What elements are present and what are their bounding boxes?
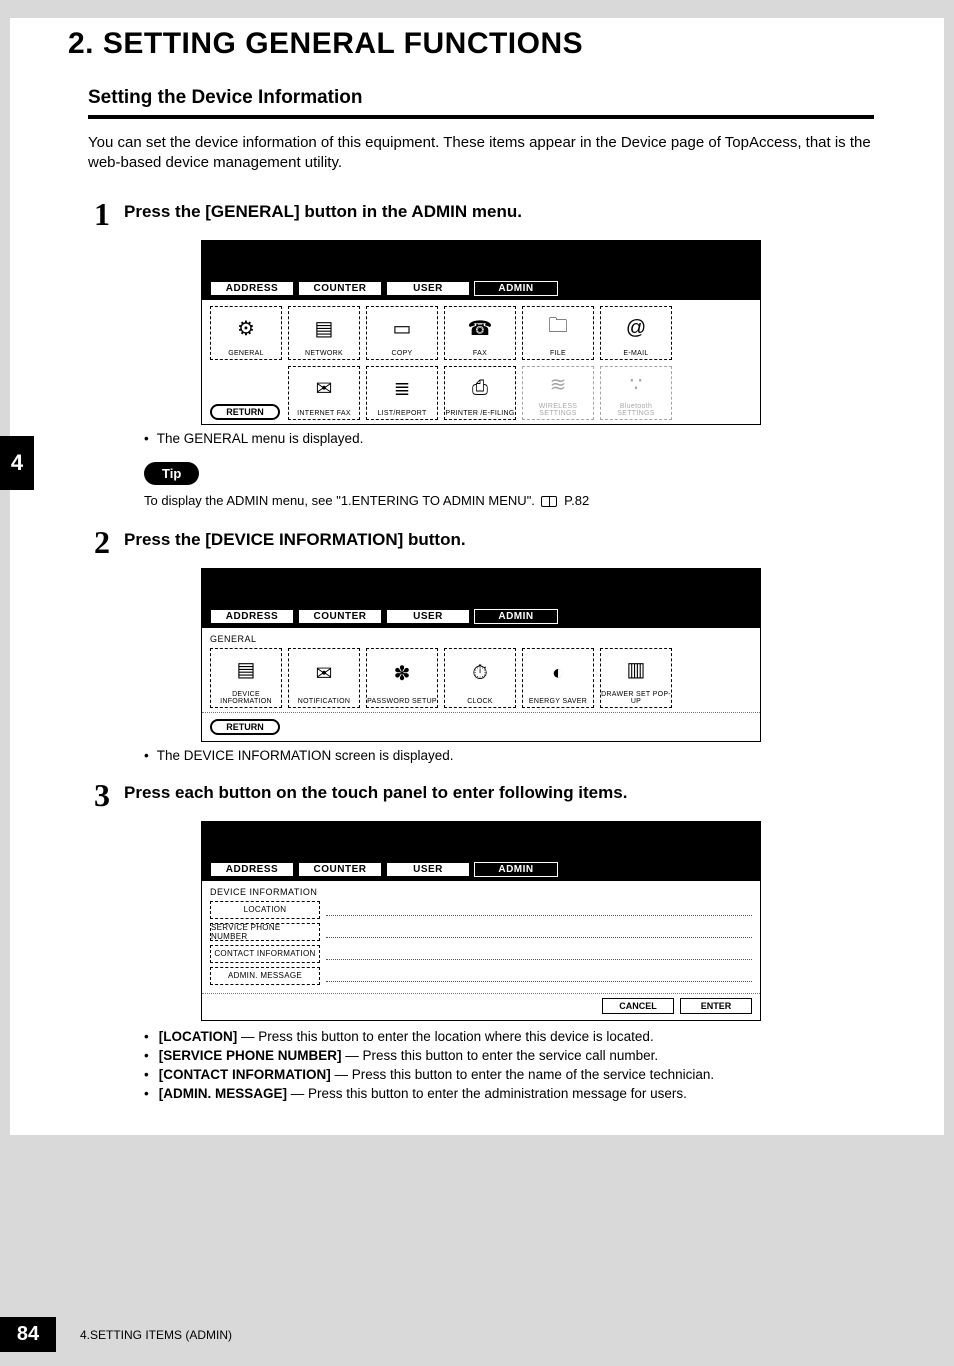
tab-counter[interactable]: COUNTER: [298, 862, 382, 877]
return-button[interactable]: RETURN: [210, 404, 280, 420]
tip-text-content: To display the ADMIN menu, see "1.ENTERI…: [144, 493, 535, 508]
clock-button[interactable]: ⏱CLOCK: [444, 648, 516, 708]
step2-note: The DEVICE INFORMATION screen is display…: [144, 748, 874, 763]
bluetooth-icon: ∵: [630, 367, 643, 403]
tip-text: To display the ADMIN menu, see "1.ENTERI…: [144, 493, 874, 508]
step-number: 3: [88, 779, 110, 811]
admin-message-button[interactable]: ADMIN. MESSAGE: [210, 967, 320, 985]
admin-message-value-line: [326, 970, 752, 982]
fax-icon: ☎: [468, 307, 493, 350]
tab-admin[interactable]: ADMIN: [474, 609, 558, 624]
gear-icon: ⚙: [237, 307, 255, 350]
chapter-title: 2. SETTING GENERAL FUNCTIONS: [68, 27, 926, 61]
network-button[interactable]: ▤NETWORK: [288, 306, 360, 360]
contact-info-value-line: [326, 948, 752, 960]
step-instruction: Press each button on the touch panel to …: [124, 779, 874, 803]
step-instruction: Press the [GENERAL] button in the ADMIN …: [124, 198, 874, 222]
password-icon: ✽: [394, 649, 411, 698]
file-button[interactable]: 🗀FILE: [522, 306, 594, 360]
location-value-line: [326, 904, 752, 916]
tab-user[interactable]: USER: [386, 862, 470, 877]
admin-menu-screenshot: ADDRESS COUNTER USER ADMIN ⚙GENERAL ▤NET…: [201, 240, 761, 425]
tip-page-ref: P.82: [564, 493, 589, 508]
list-report-button[interactable]: ≣LIST/REPORT: [366, 366, 438, 420]
footer-text: 4.SETTING ITEMS (ADMIN): [80, 1328, 232, 1342]
clock-icon: ⏱: [472, 649, 488, 698]
contact-information-button[interactable]: CONTACT INFORMATION: [210, 945, 320, 963]
enter-button[interactable]: ENTER: [680, 998, 752, 1014]
admin-message-description: [ADMIN. MESSAGE] — Press this button to …: [144, 1086, 874, 1101]
tab-user[interactable]: USER: [386, 609, 470, 624]
page: 4 2. SETTING GENERAL FUNCTIONS Setting t…: [0, 18, 954, 1366]
notification-icon: ✉: [316, 649, 333, 698]
step-number: 2: [88, 526, 110, 558]
step-1: 1 Press the [GENERAL] button in the ADMI…: [88, 198, 874, 230]
section-rule: [88, 115, 874, 119]
step-instruction: Press the [DEVICE INFORMATION] button.: [124, 526, 874, 550]
notification-button[interactable]: ✉NOTIFICATION: [288, 648, 360, 708]
device-information-screenshot: ADDRESS COUNTER USER ADMIN DEVICE INFORM…: [201, 821, 761, 1021]
service-phone-value-line: [326, 926, 752, 938]
tab-address[interactable]: ADDRESS: [210, 281, 294, 296]
fax-button[interactable]: ☎FAX: [444, 306, 516, 360]
content-area: Setting the Device Information You can s…: [10, 69, 944, 1135]
tab-counter[interactable]: COUNTER: [298, 281, 382, 296]
step-number: 1: [88, 198, 110, 230]
drawer-set-popup-button[interactable]: ▥DRAWER SET POP-UP: [600, 648, 672, 708]
tab-admin[interactable]: ADMIN: [474, 281, 558, 296]
step-2: 2 Press the [DEVICE INFORMATION] button.: [88, 526, 874, 558]
step1-note: The GENERAL menu is displayed.: [144, 431, 874, 446]
tab-counter[interactable]: COUNTER: [298, 609, 382, 624]
tab-address[interactable]: ADDRESS: [210, 862, 294, 877]
location-description: [LOCATION] — Press this button to enter …: [144, 1029, 874, 1044]
tab-admin[interactable]: ADMIN: [474, 862, 558, 877]
service-phone-description: [SERVICE PHONE NUMBER] — Press this butt…: [144, 1048, 874, 1063]
field-descriptions: [LOCATION] — Press this button to enter …: [144, 1029, 874, 1101]
copy-button[interactable]: ▭COPY: [366, 306, 438, 360]
drawer-icon: ▥: [627, 649, 646, 691]
device-info-icon: ▤: [237, 649, 256, 691]
chapter-title-bar: 2. SETTING GENERAL FUNCTIONS: [10, 18, 944, 69]
tab-address[interactable]: ADDRESS: [210, 609, 294, 624]
section-heading: Setting the Device Information: [88, 87, 874, 109]
password-setup-button[interactable]: ✽PASSWORD SETUP: [366, 648, 438, 708]
network-icon: ▤: [315, 307, 334, 350]
breadcrumb-general: GENERAL: [210, 634, 752, 644]
intro-paragraph: You can set the device information of th…: [88, 133, 874, 174]
bluetooth-settings-button: ∵Bluetooth SETTINGS: [600, 366, 672, 420]
file-icon: 🗀: [548, 307, 568, 350]
internet-fax-icon: ✉: [316, 367, 333, 410]
internet-fax-button[interactable]: ✉INTERNET FAX: [288, 366, 360, 420]
page-footer: 84 4.SETTING ITEMS (ADMIN): [0, 1317, 232, 1352]
tab-user[interactable]: USER: [386, 281, 470, 296]
general-menu-screenshot: ADDRESS COUNTER USER ADMIN GENERAL ▤DEVI…: [201, 568, 761, 742]
printer-icon: ⎙: [472, 367, 488, 410]
printer-efiling-button[interactable]: ⎙PRINTER /E-FILING: [444, 366, 516, 420]
cancel-button[interactable]: CANCEL: [602, 998, 674, 1014]
copy-icon: ▭: [393, 307, 412, 350]
book-icon: [541, 496, 557, 507]
contact-info-description: [CONTACT INFORMATION] — Press this butto…: [144, 1067, 874, 1082]
breadcrumb-device-info: DEVICE INFORMATION: [210, 887, 752, 897]
energy-saver-button[interactable]: ◐ENERGY SAVER: [522, 648, 594, 708]
email-button[interactable]: @E-MAIL: [600, 306, 672, 360]
general-button[interactable]: ⚙GENERAL: [210, 306, 282, 360]
page-number: 84: [0, 1317, 56, 1352]
step-3: 3 Press each button on the touch panel t…: [88, 779, 874, 811]
wireless-settings-button: ≋WIRELESS SETTINGS: [522, 366, 594, 420]
email-icon: @: [626, 307, 646, 350]
list-icon: ≣: [394, 367, 411, 410]
return-button[interactable]: RETURN: [210, 719, 280, 735]
location-button[interactable]: LOCATION: [210, 901, 320, 919]
device-information-button[interactable]: ▤DEVICE INFORMATION: [210, 648, 282, 708]
service-phone-number-button[interactable]: SERVICE PHONE NUMBER: [210, 923, 320, 941]
wireless-icon: ≋: [550, 367, 567, 403]
energy-saver-icon: ◐: [552, 649, 564, 698]
chapter-side-tab: 4: [0, 436, 34, 490]
tip-badge: Tip: [144, 462, 199, 485]
